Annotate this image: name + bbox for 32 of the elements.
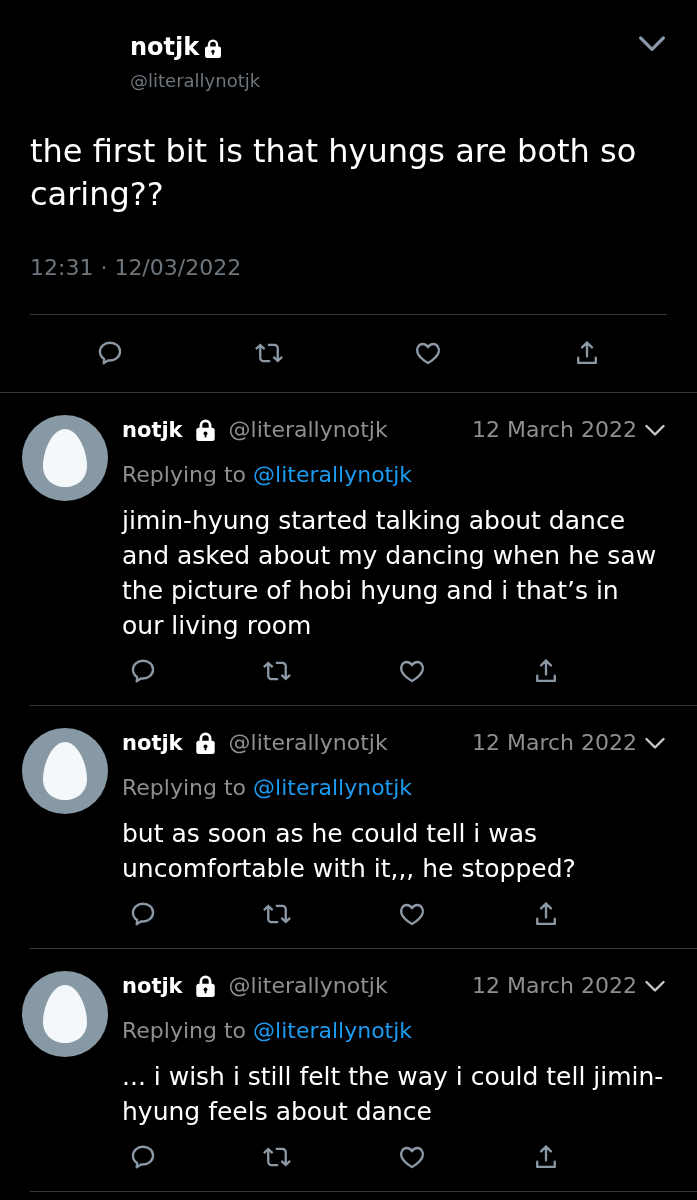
speech-bubble-icon[interactable] [129,900,157,928]
chevron-down-icon[interactable] [638,36,666,52]
tweet-text: the first bit is that hyungs are both so caring?? [30,131,638,215]
display-name[interactable]: notjk [130,32,200,62]
chevron-down-icon[interactable] [645,736,665,750]
username[interactable]: @literallynotjk [130,69,261,93]
timestamp: 12:31 · 12/03/2022 [30,254,243,282]
replying-to-text: Replying to @literallynotjk [122,1017,414,1045]
tweet-date: 12 March 2022 [471,729,637,757]
mention-link[interactable]: @literallynotjk [253,775,413,800]
egg-avatar-icon[interactable] [22,728,108,814]
replying-to-text: Replying to @literallynotjk [122,774,414,802]
display-name[interactable]: notjk [122,971,183,1001]
username[interactable]: @literallynotjk [228,415,388,445]
display-name[interactable]: notjk [122,415,183,445]
mention-link[interactable]: @literallynotjk [253,1018,413,1043]
tweet-text: ... i wish i still felt the way i could tell jimin-hyung feels about dance [122,1061,665,1128]
speech-bubble-icon[interactable] [129,657,157,685]
egg-avatar-icon[interactable] [22,415,108,501]
chevron-down-icon[interactable] [645,979,665,993]
egg-avatar-icon[interactable] [22,971,108,1057]
tweet-date: 12 March 2022 [471,416,637,444]
username[interactable]: @literallynotjk [228,728,388,758]
username[interactable]: @literallynotjk [228,971,388,1001]
display-name[interactable]: notjk [122,728,183,758]
mention-link[interactable]: @literallynotjk [253,462,413,487]
tweet-text: but as soon as he could tell i was uncomfortable with it,,, he stopped? [122,818,577,885]
tweet-date: 12 March 2022 [471,972,637,1000]
speech-bubble-icon[interactable] [129,1143,157,1171]
tweet-text: jimin-hyung started talking about dance and asked about my dancing when he saw the picture of hobi hyung and i that’s in our living room [122,505,658,642]
chevron-down-icon[interactable] [645,423,665,437]
replying-to-text: Replying to @literallynotjk [122,461,414,489]
